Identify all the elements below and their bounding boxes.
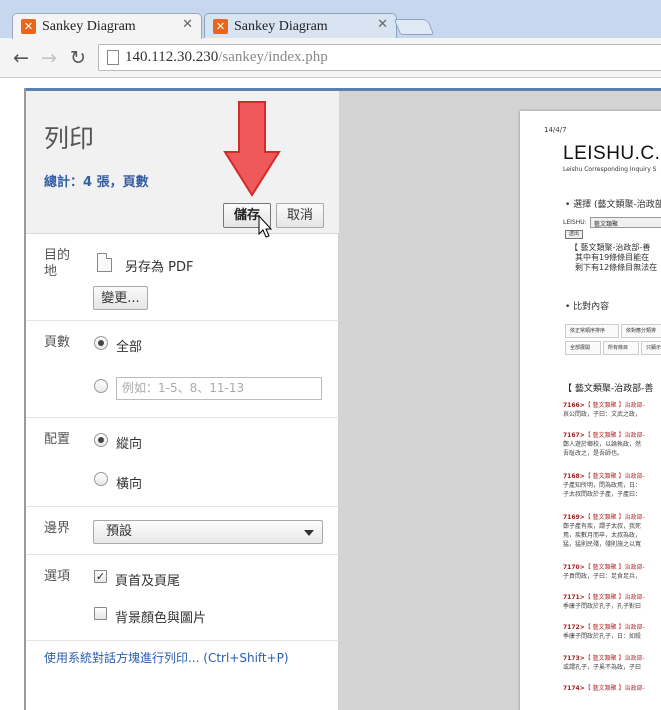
preview-entry: 7167>【 藝文類聚 】治政部- 鄭人遊於鄉校，以論執政，然 吾耻改之，是吾師也。 bbox=[563, 432, 645, 457]
preview-entry: 7171>【 藝文類聚 】治政部- 季康子問政於孔子，孔子對曰 bbox=[563, 594, 645, 610]
xampp-favicon-icon: ✕ bbox=[213, 19, 228, 34]
preview-page: 14/4/7 LEISHU.C.I.S Leishu Corresponding… bbox=[520, 111, 661, 710]
print-header: 列印 總計：4 張，頁數 儲存 取消 bbox=[26, 91, 339, 234]
dialog-title: 列印 bbox=[44, 124, 95, 153]
address-bar[interactable]: 140.112.30.230/sankey/index.php bbox=[98, 44, 661, 71]
preview-compare-heading: • 比對內容 bbox=[565, 302, 610, 312]
mouse-cursor-icon bbox=[258, 215, 273, 238]
margins-value: 預設 bbox=[106, 524, 133, 539]
browser-toolbar: ← → ↻ 140.112.30.230/sankey/index.php bbox=[0, 38, 661, 78]
portrait-label: 縱向 bbox=[116, 437, 143, 452]
preview-entry: 7169>【 藝文類聚 】治政部- 鄭子產有疾，謂子太叔，我死 焉，疾數月而卒，太叔… bbox=[563, 514, 645, 548]
forward-arrow-icon[interactable]: → bbox=[38, 47, 60, 69]
landscape-label: 橫向 bbox=[116, 477, 143, 492]
options-label: 選項 bbox=[44, 569, 71, 584]
new-tab-button[interactable] bbox=[393, 19, 435, 35]
url-text: 140.112.30.230/sankey/index.php bbox=[125, 49, 328, 65]
preview-subtitle: Leishu Corresponding Inquiry S bbox=[563, 166, 657, 173]
browser-tab-2[interactable]: ✕ Sankey Diagram ✕ bbox=[204, 13, 397, 39]
portrait-radio[interactable] bbox=[94, 433, 108, 447]
margins-row: 邊界 預設 bbox=[26, 507, 339, 555]
tab-close-icon[interactable]: ✕ bbox=[182, 17, 193, 32]
preview-date: 14/4/7 bbox=[544, 126, 567, 134]
preview-filter-tab: 全部展開 bbox=[565, 341, 601, 355]
landscape-radio[interactable] bbox=[94, 472, 108, 486]
pages-all-radio[interactable] bbox=[94, 336, 108, 350]
background-graphics-label: 背景顏色與圖片 bbox=[115, 611, 207, 626]
pages-all-label: 全部 bbox=[116, 340, 143, 355]
red-arrow-annotation bbox=[223, 101, 281, 197]
layout-label: 配置 bbox=[44, 432, 71, 447]
preview-result-line: 剩下有12條條目無法在 bbox=[575, 263, 658, 272]
sheet-summary: 總計：4 張，頁數 bbox=[44, 175, 149, 190]
browser-titlebar: ✕ Sankey Diagram ✕ ✕ Sankey Diagram ✕ bbox=[0, 0, 661, 39]
preview-brand: LEISHU.C.I.S bbox=[563, 143, 661, 164]
preview-submit-button: 送出 bbox=[565, 230, 583, 239]
pages-range-radio[interactable] bbox=[94, 379, 108, 393]
preview-entry: 7174>【 藝文類聚 】治政部- bbox=[563, 685, 645, 692]
preview-filter-tab: 只顯示 bbox=[641, 341, 661, 355]
pages-label: 頁數 bbox=[44, 335, 71, 350]
tab-title: Sankey Diagram bbox=[42, 18, 136, 34]
preview-leishu-label: LEISHU: bbox=[563, 219, 587, 226]
page-icon bbox=[107, 50, 119, 65]
layout-row: 配置 縱向 橫向 bbox=[26, 418, 339, 507]
destination-value: 另存為 PDF bbox=[125, 260, 194, 275]
header-footer-label: 頁首及頁尾 bbox=[115, 574, 181, 589]
dropdown-caret-icon bbox=[304, 530, 314, 536]
preview-entry: 7172>【 藝文類聚 】治政部- 季康子問政於孔子，日：如殺 bbox=[563, 624, 645, 640]
tab-close-icon[interactable]: ✕ bbox=[377, 17, 388, 32]
preview-select-heading: • 選擇 (藝文類聚-治政部 bbox=[565, 200, 661, 210]
preview-section-heading: 【 藝文類聚-治政部-善 bbox=[563, 384, 654, 394]
options-row: 選項 ✓ 頁首及頁尾 背景顏色與圖片 bbox=[26, 555, 339, 641]
preview-filter-tab: 所有條目 bbox=[603, 341, 639, 355]
margins-label: 邊界 bbox=[44, 521, 71, 536]
preview-entry: 7170>【 藝文類聚 】治政部- 子貢問政，子曰：足食足兵， bbox=[563, 564, 645, 580]
preview-entry: 7166>【 藝文類聚 】治政部- 哀公問政，子曰：文武之政， bbox=[563, 402, 645, 418]
destination-label: 目的地 bbox=[44, 248, 71, 279]
reload-icon[interactable]: ↻ bbox=[67, 47, 89, 69]
preview-entry: 7173>【 藝文類聚 】治政部- 或謂孔子，子奚不為政，子曰 bbox=[563, 655, 645, 671]
cancel-button[interactable]: 取消 bbox=[276, 203, 324, 228]
preview-sort-tab: 依正常順序排序 bbox=[565, 324, 619, 338]
print-preview: 14/4/7 LEISHU.C.I.S Leishu Corresponding… bbox=[339, 91, 661, 710]
print-settings-panel: 列印 總計：4 張，頁數 儲存 取消 目的地 另存為 PDF 變更... 頁數 … bbox=[26, 91, 339, 710]
preview-leishu-select: 藝文類聚 bbox=[590, 217, 661, 228]
xampp-favicon-icon: ✕ bbox=[21, 19, 36, 34]
preview-entry: 7168>【 藝文類聚 】治政部- 子產知所明，問為政焉，日： 子太叔問政於子產，子… bbox=[563, 473, 645, 498]
tab-title: Sankey Diagram bbox=[234, 18, 328, 34]
browser-tab-1[interactable]: ✕ Sankey Diagram ✕ bbox=[12, 13, 202, 39]
change-destination-button[interactable]: 變更... bbox=[93, 286, 148, 310]
system-dialog-link[interactable]: 使用系統對話方塊進行列印... (Ctrl+Shift+P) bbox=[44, 649, 289, 666]
print-dialog: 列印 總計：4 張，頁數 儲存 取消 目的地 另存為 PDF 變更... 頁數 … bbox=[26, 88, 661, 710]
margins-select[interactable]: 預設 bbox=[93, 520, 323, 544]
pdf-document-icon bbox=[97, 253, 112, 272]
header-footer-checkbox[interactable]: ✓ bbox=[94, 570, 107, 583]
pages-row: 頁數 全部 例如：1-5、8、11-13 bbox=[26, 321, 339, 418]
preview-sort-tab: 依對應分類排 bbox=[621, 324, 661, 338]
page-range-input[interactable]: 例如：1-5、8、11-13 bbox=[116, 377, 322, 400]
background-graphics-checkbox[interactable] bbox=[94, 607, 107, 620]
destination-row: 目的地 另存為 PDF 變更... bbox=[26, 234, 339, 321]
back-arrow-icon[interactable]: ← bbox=[10, 47, 32, 69]
